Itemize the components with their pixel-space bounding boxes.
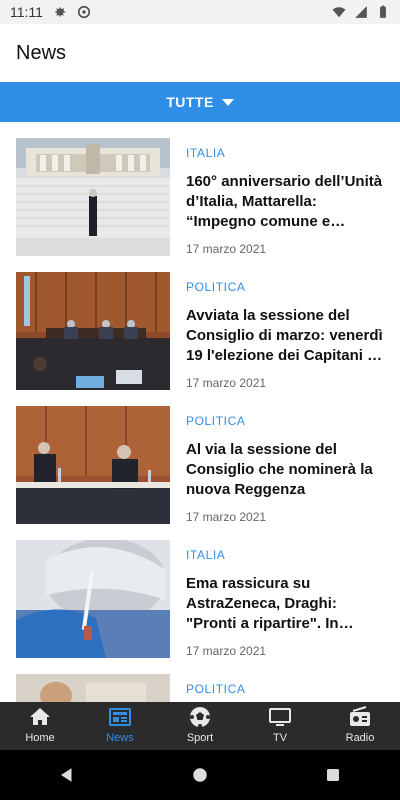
nav-label: News xyxy=(106,732,134,744)
article-category: ITALIA xyxy=(186,146,226,160)
news-icon xyxy=(109,708,131,726)
nav-radio[interactable]: Radio xyxy=(320,705,400,744)
article-thumbnail xyxy=(16,272,170,390)
news-card[interactable]: POLITICA Al via la sessione del Consigli… xyxy=(0,390,400,524)
app-bar: News xyxy=(0,24,400,82)
recents-square-icon xyxy=(327,769,340,781)
home-button[interactable] xyxy=(180,755,220,795)
back-triangle-icon xyxy=(60,768,72,782)
status-time: 11:11 xyxy=(10,4,43,20)
nav-label: Sport xyxy=(186,732,214,744)
news-card[interactable]: ITALIA 160° anniversario dell’Unità d’It… xyxy=(0,122,400,256)
nav-tv[interactable]: TV xyxy=(240,705,320,744)
news-card[interactable]: POLITICA xyxy=(0,658,400,702)
article-thumbnail xyxy=(16,138,170,256)
back-button[interactable] xyxy=(47,755,87,795)
article-date: 17 marzo 2021 xyxy=(186,242,267,256)
article-headline: Avviata la sessione del Consiglio di mar… xyxy=(186,307,383,364)
filter-label: TUTTE xyxy=(166,94,214,110)
article-headline: Ema rassicura su AstraZeneca, Draghi: "P… xyxy=(186,575,339,632)
tv-icon xyxy=(269,708,291,726)
bottom-navigation: Home News Sport TV Radio xyxy=(0,702,400,750)
article-category: POLITICA xyxy=(186,682,246,696)
article-date: 17 marzo 2021 xyxy=(186,644,267,658)
no-signal-icon xyxy=(77,5,91,19)
nav-home[interactable]: Home xyxy=(0,705,80,744)
article-thumbnail xyxy=(16,540,170,658)
article-headline: 160° anniversario dell’Unità d’Italia, M… xyxy=(186,173,383,230)
article-date: 17 marzo 2021 xyxy=(186,510,267,524)
nav-label: Radio xyxy=(345,732,375,744)
article-headline: Al via la sessione del Consiglio che nom… xyxy=(186,441,373,498)
nav-label: Home xyxy=(25,732,55,744)
article-category: POLITICA xyxy=(186,414,246,428)
system-navigation-bar xyxy=(0,750,400,800)
home-circle-icon xyxy=(193,768,207,782)
nav-sport[interactable]: Sport xyxy=(160,705,240,744)
article-date: 17 marzo 2021 xyxy=(186,376,267,390)
news-card[interactable]: POLITICA Avviata la sessione del Consigl… xyxy=(0,256,400,390)
home-icon xyxy=(30,708,50,725)
battery-icon xyxy=(380,5,386,18)
cellular-icon xyxy=(355,6,367,18)
page-title: News xyxy=(16,41,67,64)
article-thumbnail xyxy=(16,674,170,702)
article-category: POLITICA xyxy=(186,280,246,294)
category-filter-dropdown[interactable]: TUTTE xyxy=(0,82,400,122)
nav-news[interactable]: News xyxy=(80,705,160,744)
recents-button[interactable] xyxy=(313,755,353,795)
gear-icon xyxy=(55,7,66,17)
radio-icon xyxy=(350,706,370,726)
caret-down-icon xyxy=(221,98,234,106)
news-feed[interactable]: ITALIA 160° anniversario dell’Unità d’It… xyxy=(0,122,400,702)
article-category: ITALIA xyxy=(186,548,226,562)
status-bar: 11:11 xyxy=(0,0,400,24)
wifi-icon xyxy=(332,7,346,18)
nav-label: TV xyxy=(272,732,288,744)
article-thumbnail xyxy=(16,406,170,524)
soccer-ball-icon xyxy=(190,707,210,728)
news-card[interactable]: ITALIA Ema rassicura su AstraZeneca, Dra… xyxy=(0,524,400,658)
